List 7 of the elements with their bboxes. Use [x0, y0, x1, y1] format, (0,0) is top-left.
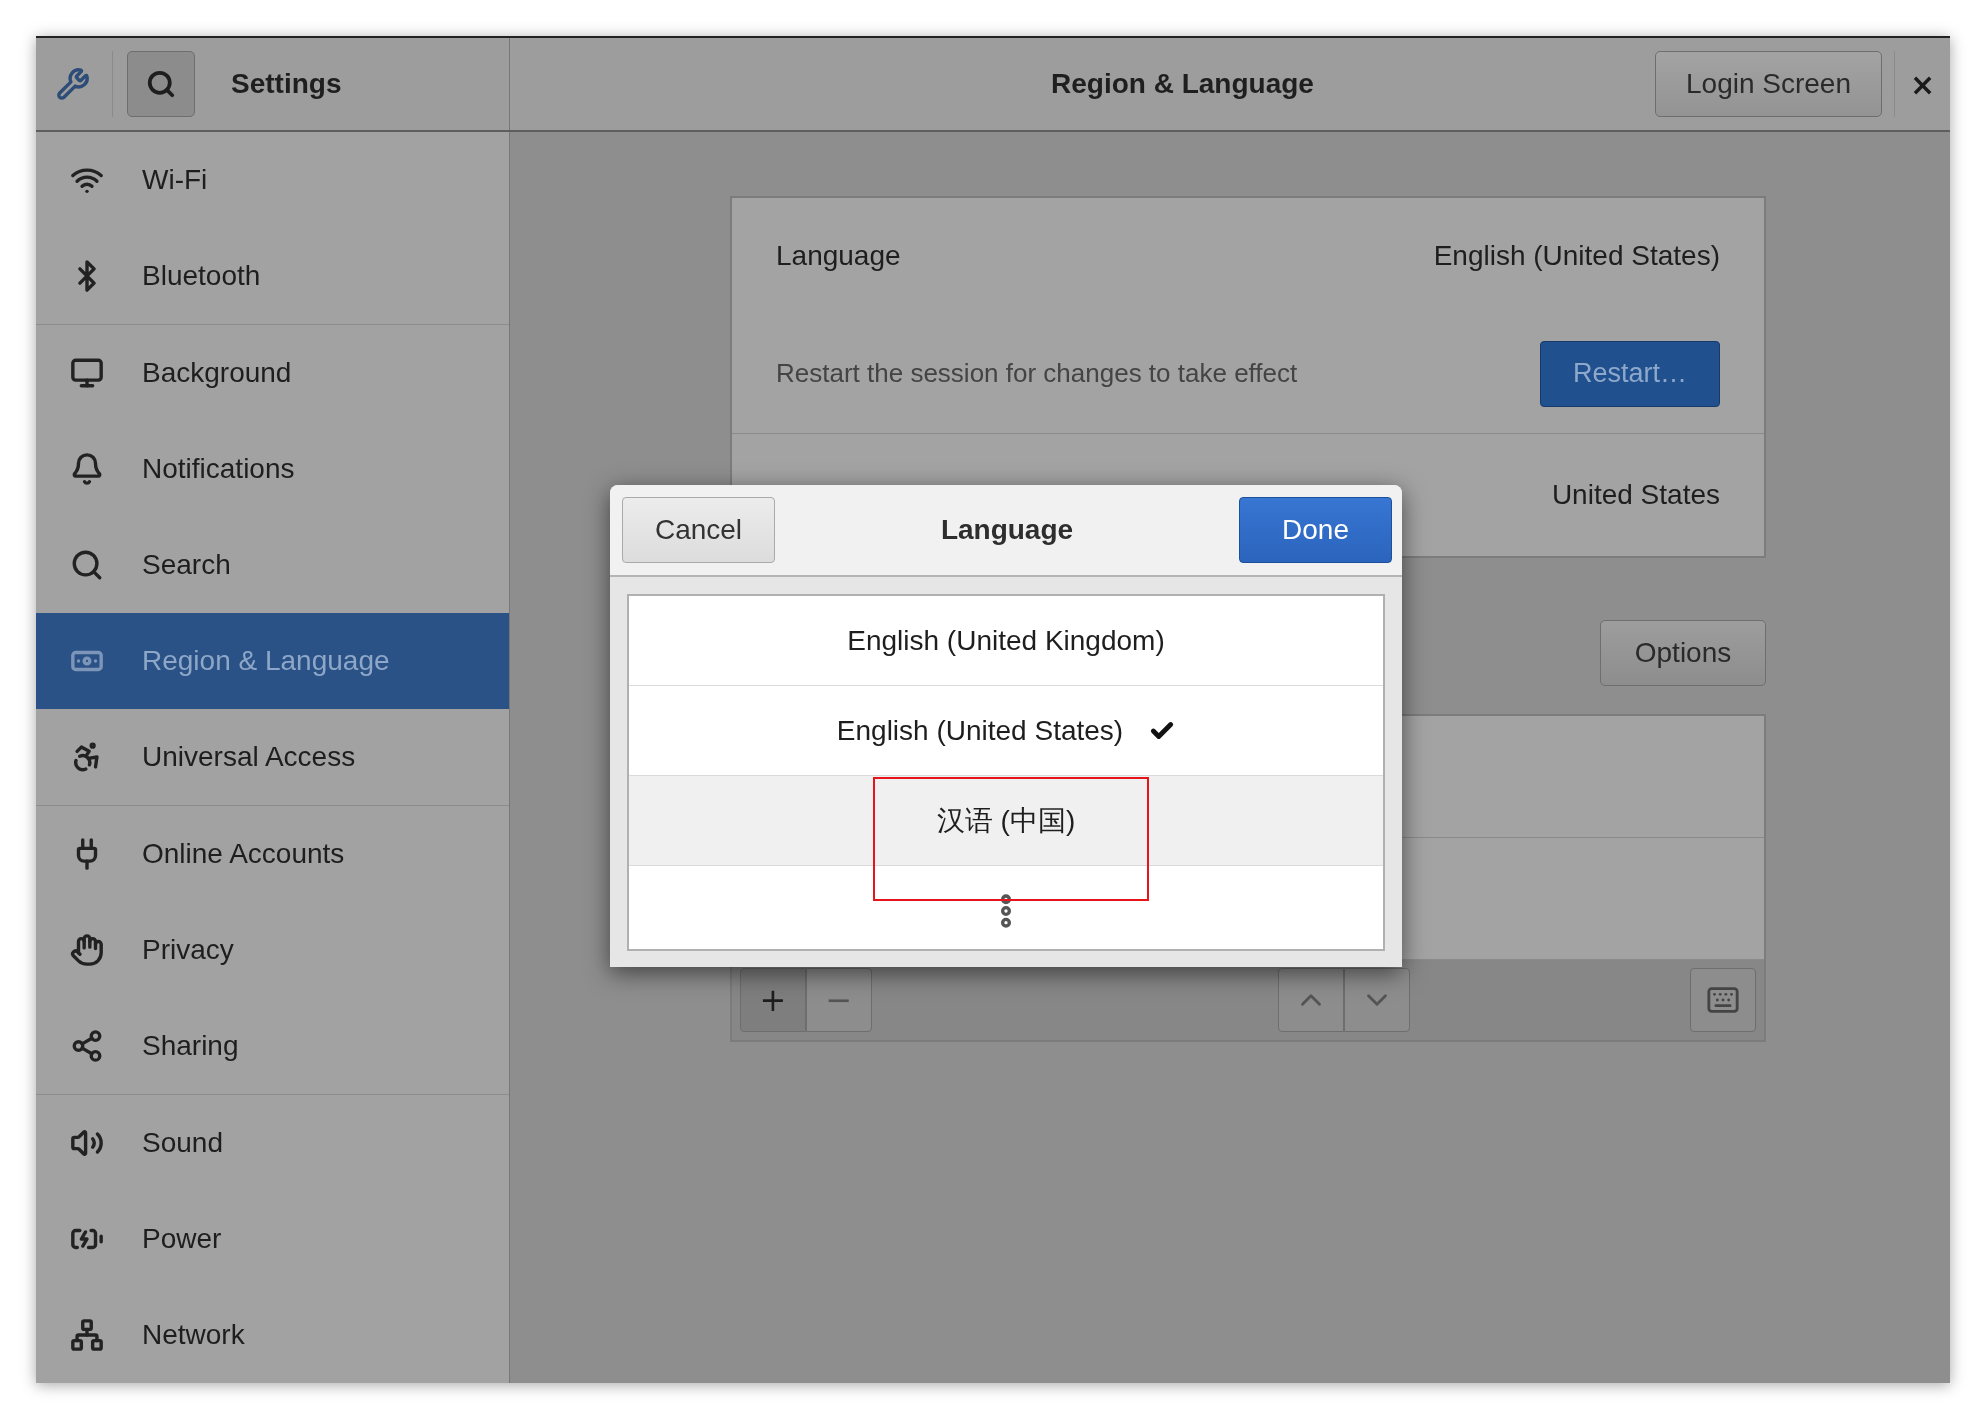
page-title: Region & Language	[1050, 68, 1315, 100]
language-label: Language	[776, 240, 901, 272]
dialog-title: Language	[940, 514, 1074, 546]
restart-message: Restart the session for changes to take effect	[776, 358, 1298, 389]
formats-value: United States	[1551, 479, 1720, 511]
app-title: Settings	[231, 68, 342, 100]
language-value: English (United States)	[1433, 240, 1720, 272]
